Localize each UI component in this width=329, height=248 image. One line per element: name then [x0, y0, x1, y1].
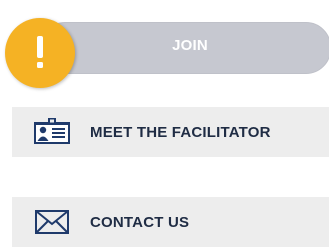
meet-the-facilitator-label: MEET THE FACILITATOR [90, 123, 271, 141]
envelope-icon [34, 208, 70, 236]
join-button[interactable]: JOIN [0, 0, 329, 97]
exclamation-icon [5, 18, 75, 88]
contact-us-button[interactable]: CONTACT US [12, 197, 329, 247]
id-card-icon [34, 118, 70, 146]
meet-the-facilitator-button[interactable]: MEET THE FACILITATOR [12, 107, 329, 157]
join-label: JOIN [172, 37, 208, 54]
contact-us-label: CONTACT US [90, 213, 190, 231]
